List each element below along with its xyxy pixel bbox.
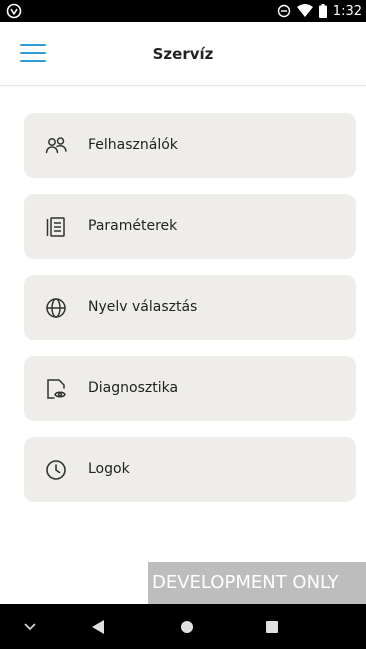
menu-item-language[interactable]: Nyelv választás (24, 275, 356, 340)
do-not-disturb-icon (277, 4, 290, 18)
page-title: Szervíz (152, 45, 214, 63)
users-icon (45, 137, 67, 154)
back-icon[interactable] (86, 604, 110, 649)
menu-item-diagnostics[interactable]: Diagnosztika (24, 356, 356, 421)
development-watermark: DEVELOPMENT ONLY (148, 562, 366, 604)
menu-item-label: Diagnosztika (88, 380, 179, 396)
app-notification-icon (6, 3, 22, 19)
hamburger-menu-icon[interactable] (20, 44, 46, 64)
clock-icon (46, 460, 66, 480)
wifi-icon (296, 4, 313, 17)
service-menu-list: Felhasználók Paraméterek Nyelv választás… (24, 113, 356, 518)
recents-icon[interactable] (260, 604, 284, 649)
menu-item-users[interactable]: Felhasználók (24, 113, 356, 178)
chevron-down-icon[interactable] (18, 604, 42, 649)
globe-icon (46, 298, 66, 318)
status-time: 1:32 (332, 3, 362, 19)
system-nav-bar (0, 604, 366, 649)
status-bar: 1:32 (0, 0, 366, 22)
menu-item-logs[interactable]: Logok (24, 437, 356, 502)
file-eye-icon (47, 379, 66, 399)
menu-item-label: Paraméterek (88, 218, 178, 234)
app-bar: Szervíz (0, 22, 366, 86)
battery-icon (318, 4, 327, 18)
menu-item-label: Felhasználók (88, 137, 178, 153)
home-icon[interactable] (175, 604, 199, 649)
menu-item-label: Logok (88, 461, 130, 477)
menu-item-parameters[interactable]: Paraméterek (24, 194, 356, 259)
menu-item-label: Nyelv választás (88, 299, 198, 315)
documents-icon (46, 217, 65, 237)
